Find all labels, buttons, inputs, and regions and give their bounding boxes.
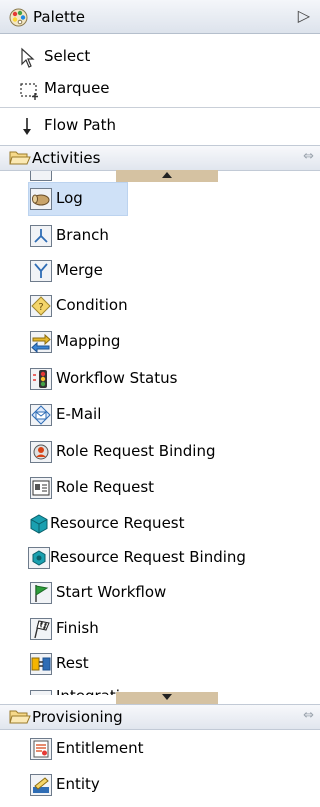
- resource-request-binding-icon: [28, 547, 50, 569]
- palette-item-label: E-Mail: [56, 405, 102, 423]
- partial-item-icon: [30, 171, 52, 181]
- flow-path-arrow-icon: [23, 118, 31, 135]
- tool-marquee[interactable]: Marquee: [0, 73, 320, 105]
- role-request-binding-icon: [30, 441, 52, 463]
- palette-item-branch[interactable]: Branch: [0, 219, 320, 253]
- palette-item-label: Role Request: [56, 478, 155, 496]
- tool-flow-path-label: Flow Path: [44, 116, 116, 134]
- drawer-activities-label: Activities: [32, 149, 101, 167]
- palette-item-entitlement[interactable]: Entitlement: [0, 732, 320, 766]
- palette-item-label: Entity: [56, 775, 100, 793]
- scroll-down-button[interactable]: [116, 692, 218, 704]
- mapping-icon: [30, 331, 52, 353]
- role-request-icon: [30, 477, 52, 499]
- palette-icon: [9, 8, 28, 27]
- start-workflow-flag-icon: [30, 582, 52, 604]
- palette-item-label: Resource Request Binding: [50, 548, 246, 566]
- palette-title: Palette: [33, 8, 85, 26]
- palette-item-start-workflow[interactable]: Start Workflow: [0, 576, 320, 610]
- select-arrow-icon: [21, 47, 35, 68]
- palette-item-label: Finish: [56, 619, 99, 637]
- palette-item-role-request-binding[interactable]: Role Request Binding: [0, 435, 320, 469]
- palette-panel: Palette ▷ Select Marquee Flow Path Activ…: [0, 0, 320, 807]
- palette-item-label: Merge: [56, 261, 103, 279]
- tool-divider: [0, 107, 320, 108]
- branch-icon: [30, 225, 52, 247]
- palette-item-log[interactable]: Log: [0, 182, 320, 216]
- open-folder-icon: [9, 151, 31, 165]
- integration-icon: [30, 690, 52, 695]
- palette-item-label: Role Request Binding: [56, 442, 216, 460]
- palette-item-email[interactable]: E-Mail: [0, 398, 320, 432]
- marquee-icon: [20, 83, 38, 100]
- open-folder-icon: [9, 710, 31, 724]
- pin-drawer-icon[interactable]: ⇔: [303, 708, 314, 723]
- palette-item-condition[interactable]: ? Condition: [0, 289, 320, 323]
- palette-item-resource-request[interactable]: Resource Request: [0, 507, 320, 541]
- palette-item-mapping[interactable]: Mapping: [0, 325, 320, 359]
- palette-header[interactable]: Palette ▷: [0, 0, 320, 34]
- chevron-up-icon: [162, 172, 172, 178]
- palette-item-label: Branch: [56, 226, 109, 244]
- resource-request-icon: [30, 514, 48, 534]
- palette-item-label: Condition: [56, 296, 128, 314]
- drawer-provisioning-header[interactable]: Provisioning ⇔: [0, 704, 320, 730]
- palette-item-role-request[interactable]: Role Request: [0, 471, 320, 505]
- palette-item-merge[interactable]: Merge: [0, 254, 320, 288]
- palette-item-rest[interactable]: Rest: [0, 647, 320, 681]
- entity-icon: [30, 774, 52, 796]
- palette-item-label: Rest: [56, 654, 89, 672]
- finish-flag-icon: [30, 618, 52, 640]
- chevron-down-icon: [162, 694, 172, 700]
- palette-item-finish[interactable]: Finish: [0, 612, 320, 646]
- svg-text:?: ?: [38, 302, 43, 313]
- drawer-provisioning-label: Provisioning: [32, 708, 123, 726]
- condition-icon: ?: [30, 295, 52, 317]
- palette-item-label: Resource Request: [50, 514, 185, 532]
- scroll-up-button[interactable]: [116, 170, 218, 182]
- merge-icon: [30, 260, 52, 282]
- rest-icon: [30, 653, 52, 675]
- workflow-status-icon: [30, 368, 52, 390]
- palette-item-workflow-status[interactable]: Workflow Status: [0, 362, 320, 396]
- palette-item-entity[interactable]: Entity: [0, 768, 320, 802]
- tool-select[interactable]: Select: [0, 41, 320, 73]
- email-icon: [30, 404, 52, 426]
- pin-drawer-icon[interactable]: ⇔: [303, 149, 314, 164]
- tool-select-label: Select: [44, 47, 91, 65]
- palette-item-label: Mapping: [56, 332, 121, 350]
- entitlement-icon: [30, 738, 52, 760]
- tool-marquee-label: Marquee: [44, 79, 110, 97]
- palette-item-label: Start Workflow: [56, 583, 167, 601]
- palette-item-label: Workflow Status: [56, 369, 178, 387]
- collapse-palette-button[interactable]: ▷: [298, 6, 310, 25]
- drawer-activities-header[interactable]: Activities ⇔: [0, 145, 320, 171]
- log-icon: [30, 188, 52, 210]
- palette-item-label: Entitlement: [56, 739, 144, 757]
- palette-item-resource-request-binding[interactable]: Resource Request Binding: [0, 541, 320, 575]
- palette-item-label: Log: [56, 189, 83, 207]
- tool-flow-path[interactable]: Flow Path: [0, 110, 320, 142]
